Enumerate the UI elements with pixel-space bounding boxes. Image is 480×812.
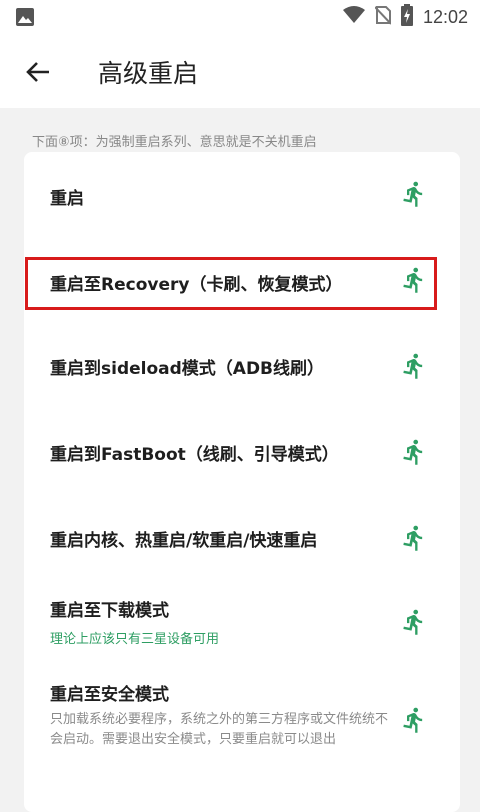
item-title: 重启到sideload模式（ADB线刷） — [50, 359, 325, 379]
list-item-reboot-recovery[interactable]: 重启至Recovery（卡刷、恢复模式） — [24, 238, 460, 324]
no-sim-icon — [374, 5, 392, 29]
running-man-icon — [403, 707, 423, 733]
arrow-left-icon — [26, 62, 49, 82]
list-item-reboot-download[interactable]: 重启至下载模式 理论上应该只有三星设备可用 — [24, 582, 460, 670]
hint-text: 下面⑧项：为强制重启系列、意思就是不关机重启 — [32, 135, 317, 150]
list-item-reboot-kernel[interactable]: 重启内核、热重启/软重启/快速重启 — [24, 496, 460, 582]
item-title: 重启至安全模式 — [50, 685, 169, 705]
image-icon — [16, 8, 34, 30]
running-man-icon — [403, 439, 423, 465]
running-man-icon — [403, 525, 423, 551]
item-title: 重启 — [50, 189, 84, 209]
list-item-reboot-sideload[interactable]: 重启到sideload模式（ADB线刷） — [24, 324, 460, 410]
page-title: 高级重启 — [98, 59, 199, 88]
item-subtitle: 理论上应该只有三星设备可用 — [50, 632, 220, 647]
back-button[interactable] — [20, 54, 56, 90]
item-title: 重启至下载模式 — [50, 601, 169, 621]
wifi-icon — [342, 6, 365, 28]
status-bar: 12:02 — [0, 0, 480, 34]
status-time: 12:02 — [422, 6, 468, 27]
list-item-reboot[interactable]: 重启 — [24, 152, 460, 238]
list-item-reboot-fastboot[interactable]: 重启到FastBoot（线刷、引导模式） — [24, 410, 460, 496]
item-title: 重启到FastBoot（线刷、引导模式） — [50, 445, 339, 465]
running-man-icon — [403, 267, 423, 293]
app-bar: 高级重启 — [0, 34, 480, 108]
battery-charging-icon — [400, 4, 413, 30]
running-man-icon — [403, 181, 423, 207]
reboot-options-card: 重启 重启至Recovery（卡刷、恢复模式） 重启到sideload模式（AD… — [24, 152, 460, 812]
list-item-reboot-safe-mode[interactable]: 重启至安全模式 只加载系统必要程序，系统之外的第三方程序或文件统统不会启动。需要… — [24, 670, 460, 790]
running-man-icon — [403, 609, 423, 635]
running-man-icon — [403, 353, 423, 379]
item-subtitle: 只加载系统必要程序，系统之外的第三方程序或文件统统不会启动。需要退出安全模式，只… — [50, 712, 389, 747]
item-title: 重启内核、热重启/软重启/快速重启 — [50, 531, 318, 551]
item-title: 重启至Recovery（卡刷、恢复模式） — [50, 275, 343, 295]
